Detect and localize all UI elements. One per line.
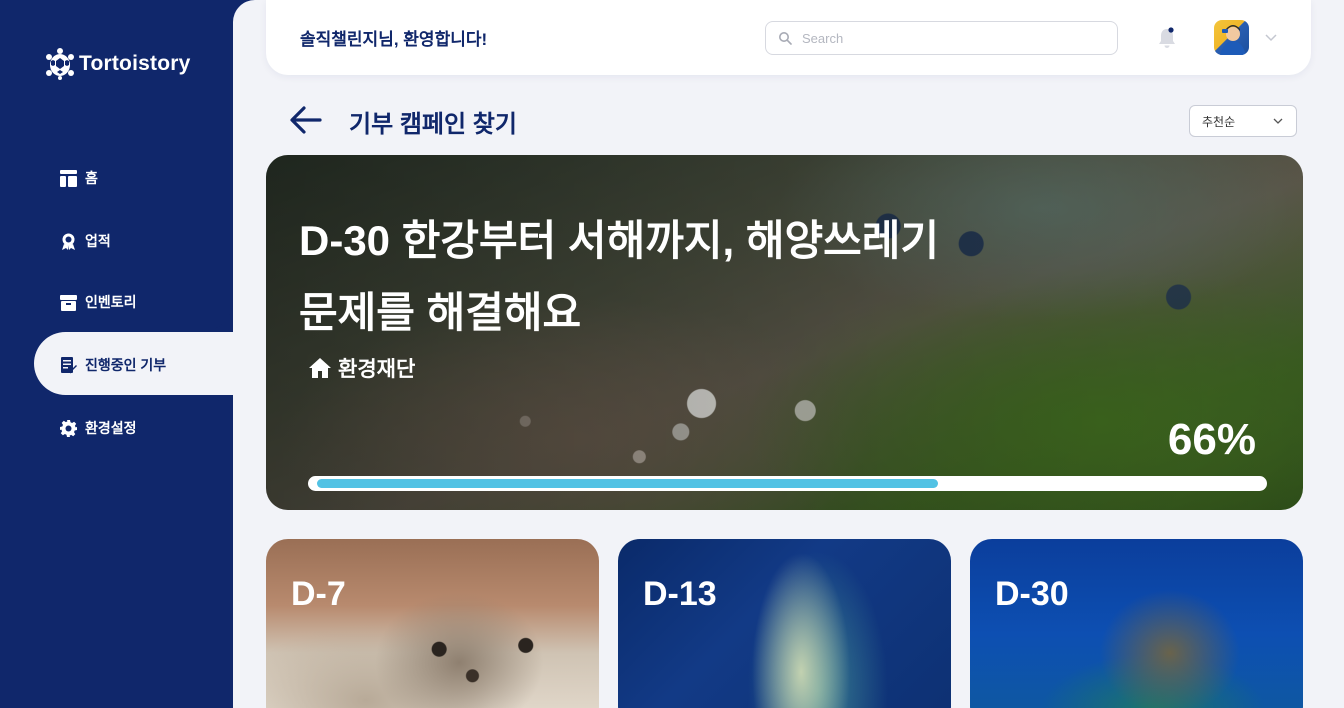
page-title: 기부 캠페인 찾기 — [349, 111, 517, 138]
document-edit-icon — [61, 356, 77, 374]
archive-box-icon — [60, 294, 77, 311]
campaign-title-line1: D-30 한강부터 서해까지, 해양쓰레기 — [299, 217, 940, 264]
campaign-dday: D-7 — [291, 575, 346, 613]
sidebar: Tortoistory 홈 업적 인벤토리 진행중인 기부 환경설정 — [0, 0, 233, 708]
sidebar-item-label: 업적 — [85, 233, 111, 249]
sidebar-item-ongoing-donations[interactable]: 진행중인 기부 — [60, 355, 166, 375]
sidebar-item-settings[interactable]: 환경설정 — [60, 418, 137, 438]
campaign-progress-bar — [308, 476, 1267, 491]
home-layout-icon — [60, 169, 77, 187]
search-box[interactable] — [765, 21, 1118, 55]
chevron-down-icon[interactable] — [1264, 30, 1278, 44]
app-logo[interactable]: Tortoistory — [45, 47, 190, 81]
organization-name: 환경재단 — [338, 358, 416, 381]
gear-icon — [60, 419, 77, 437]
sidebar-item-label: 진행중인 기부 — [85, 357, 167, 373]
search-icon — [779, 32, 792, 45]
featured-campaign-banner[interactable]: D-30 한강부터 서해까지, 해양쓰레기 문제를 해결해요 환경재단 66% — [266, 155, 1303, 510]
sort-dropdown[interactable]: 추천순 — [1189, 105, 1297, 137]
sidebar-item-inventory[interactable]: 인벤토리 — [60, 292, 137, 312]
award-icon — [62, 233, 75, 250]
campaign-dday: D-13 — [643, 575, 717, 613]
sidebar-item-home[interactable]: 홈 — [60, 168, 98, 188]
campaign-card[interactable]: D-30 — [970, 539, 1303, 708]
back-arrow-icon[interactable] — [289, 103, 323, 137]
sidebar-item-achievements[interactable]: 업적 — [60, 231, 111, 251]
campaign-title: D-30 한강부터 서해까지, 해양쓰레기 문제를 해결해요 — [299, 205, 1059, 349]
search-input[interactable] — [802, 30, 1102, 46]
sidebar-item-label: 인벤토리 — [85, 294, 137, 310]
campaign-progress-fill — [317, 479, 938, 488]
sort-selected-label: 추천순 — [1202, 114, 1236, 129]
campaign-card[interactable]: D-13 — [618, 539, 951, 708]
welcome-message: 솔직챌린지님, 환영합니다! — [300, 30, 488, 49]
app-name: Tortoistory — [79, 52, 191, 75]
turtle-logo-icon — [46, 48, 74, 80]
home-icon — [309, 358, 331, 378]
campaign-dday: D-30 — [995, 575, 1069, 613]
sidebar-item-label: 홈 — [85, 170, 98, 186]
campaign-organization: 환경재단 — [308, 353, 415, 383]
user-avatar[interactable] — [1214, 20, 1249, 55]
chevron-down-icon — [1273, 118, 1283, 124]
top-header: 솔직챌린지님, 환영합니다! — [266, 0, 1311, 75]
notification-bell-icon[interactable] — [1156, 26, 1178, 50]
campaign-progress-percent: 66% — [1167, 415, 1256, 464]
campaign-title-line2: 문제를 해결해요 — [299, 289, 582, 336]
sidebar-item-label: 환경설정 — [85, 420, 137, 436]
campaign-card[interactable]: D-7 — [266, 539, 599, 708]
